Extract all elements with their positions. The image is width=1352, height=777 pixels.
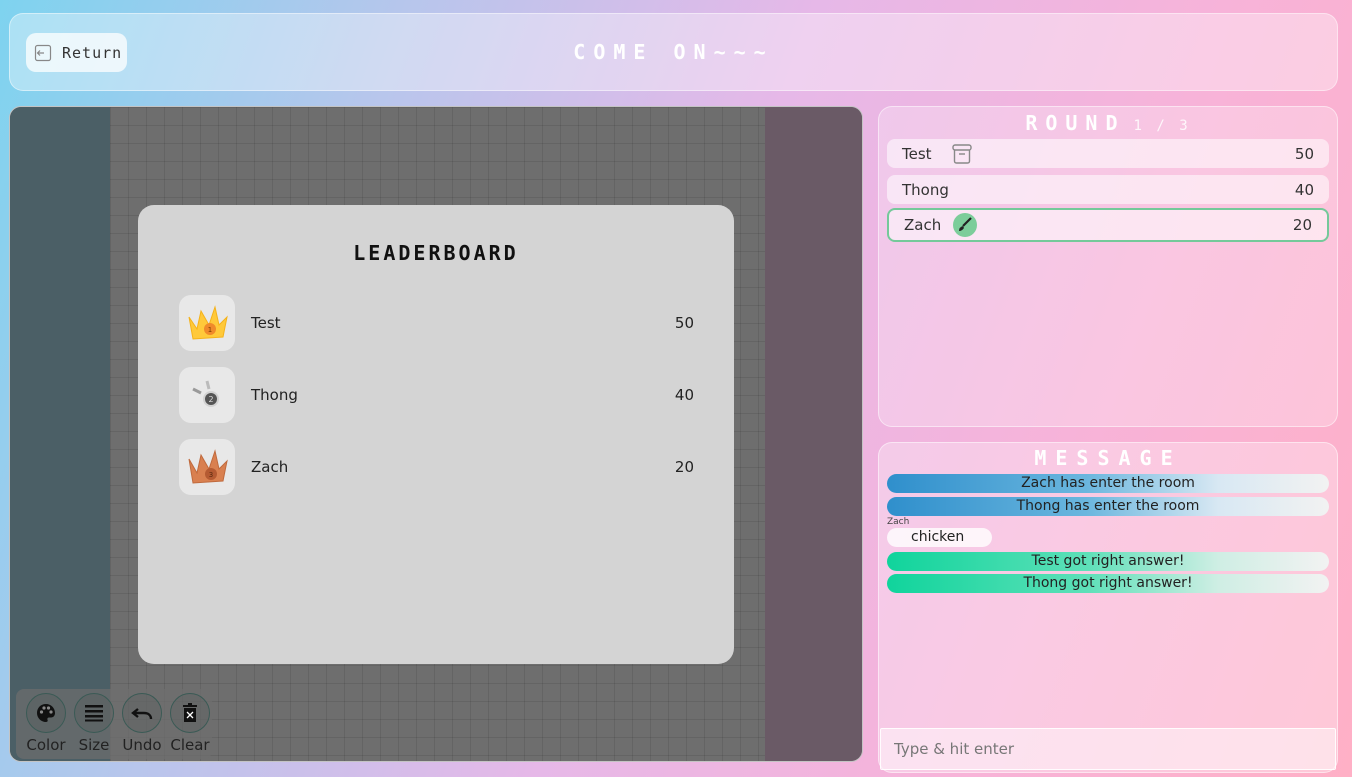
canvas-left-strip [10, 107, 110, 761]
page-title: COME ON~~~ [573, 40, 774, 64]
leaderboard-row: 2 Thong 40 [179, 367, 694, 423]
system-message: Test got right answer! [887, 552, 1329, 571]
box-icon [952, 143, 972, 164]
drawing-toolbar: Color Size Undo Clear [16, 689, 212, 759]
canvas-right-strip [765, 107, 862, 761]
message-title: MESSAGE [1034, 446, 1182, 470]
leaderboard-score: 50 [674, 314, 694, 332]
player-name: Zach [904, 216, 942, 234]
player-score: 50 [1294, 144, 1314, 163]
leaderboard-modal: LEADERBOARD 1 Test 50 2 Thong 40 3 Zach … [138, 205, 734, 664]
clear-tool-button[interactable]: Clear [166, 693, 214, 754]
leaderboard-row: 1 Test 50 [179, 295, 694, 351]
svg-text:3: 3 [209, 471, 213, 479]
leaderboard-title: LEADERBOARD [353, 241, 519, 265]
color-tool-button[interactable]: Color [22, 693, 70, 754]
round-label: ROUND [1025, 111, 1126, 135]
round-panel: ROUND 1 / 3 Test 50 Thong 40 Zach 20 [878, 106, 1338, 427]
svg-text:2: 2 [208, 395, 213, 404]
round-title: ROUND 1 / 3 [879, 111, 1337, 135]
tool-label: Size [78, 736, 110, 754]
palette-icon [37, 704, 55, 722]
silver-medal-icon: 2 [192, 380, 219, 407]
player-name: Test [902, 144, 932, 163]
round-count: 1 / 3 [1133, 118, 1191, 134]
bronze-crown-icon: 3 [188, 449, 228, 484]
player-score: 20 [1292, 216, 1312, 234]
system-message: Thong got right answer! [887, 574, 1329, 593]
lines-icon [85, 705, 103, 722]
player-row: Test 50 [887, 139, 1329, 168]
tool-label: Clear [170, 736, 210, 754]
size-tool-button[interactable]: Size [70, 693, 118, 754]
tool-label: Undo [122, 736, 162, 754]
message-panel: MESSAGE Zach has enter the room Thong ha… [878, 442, 1338, 773]
undo-icon [131, 708, 153, 720]
player-score: 40 [1294, 180, 1314, 199]
leaderboard-name: Thong [251, 386, 298, 404]
trash-icon [183, 703, 197, 722]
system-message: Zach has enter the room [887, 474, 1329, 493]
tool-label: Color [26, 736, 66, 754]
leaderboard-score: 20 [674, 458, 694, 476]
chat-input[interactable] [880, 728, 1336, 770]
leaderboard-row: 3 Zach 20 [179, 439, 694, 495]
player-name: Thong [902, 180, 949, 199]
player-row-active: Zach 20 [887, 208, 1329, 242]
leaderboard-name: Zach [251, 458, 289, 476]
top-header: Return COME ON~~~ [9, 13, 1338, 91]
brush-icon [953, 213, 977, 237]
leaderboard-score: 40 [674, 386, 694, 404]
system-message: Thong has enter the room [887, 497, 1329, 516]
leaderboard-name: Test [251, 314, 281, 332]
gold-crown-icon: 1 [188, 305, 228, 340]
player-row: Thong 40 [887, 175, 1329, 204]
drawing-canvas-panel: LEADERBOARD 1 Test 50 2 Thong 40 3 Zach … [9, 106, 863, 762]
chat-sender: Zach [887, 517, 910, 527]
svg-text:1: 1 [208, 326, 212, 334]
undo-tool-button[interactable]: Undo [118, 693, 166, 754]
chat-message: chicken [887, 528, 992, 547]
